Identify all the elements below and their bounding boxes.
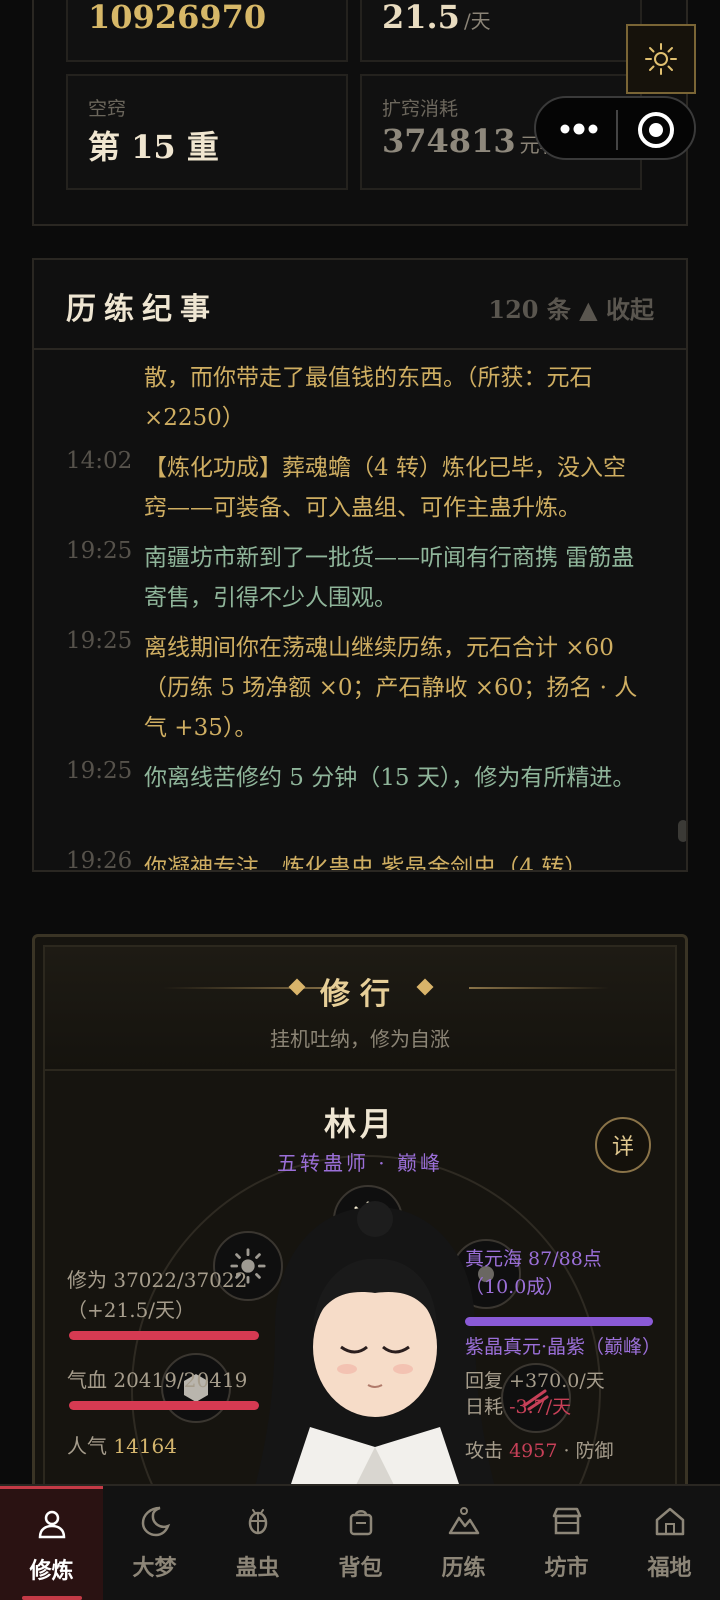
entry-text: 你凝神专注，炼化蛊虫 紫晶金剑虫（4 转）: [144, 855, 588, 872]
cultivation-subtitle: 挂机吐纳，修为自涨: [270, 1027, 450, 1051]
detail-button[interactable]: 详: [595, 1117, 651, 1173]
renqi-value: 14164: [113, 1434, 177, 1458]
sun-icon: [645, 43, 677, 75]
entry-time: 19:25: [66, 538, 133, 564]
zhenyuan-type: 紫晶真元·晶紫（巅峰）: [465, 1336, 662, 1358]
entry-text: 【炼化功成】葬魂蟾（4 转）炼化已毕，没入空窍——可装备、可入蛊组、可作主蛊升炼…: [144, 455, 626, 521]
stat-top-left-value: 10926970: [88, 0, 267, 36]
qixue-stat: 气血 20419/20419: [67, 1368, 248, 1392]
mountain-icon: [448, 1507, 479, 1535]
stat-box-kongqiao: 空窍 第 15 重: [66, 74, 348, 190]
entry-time: 19:26: [66, 848, 133, 872]
cultivation-card: 修行 挂机吐纳，修为自涨 林月 五转蛊师 · 巅峰 详 修为 37022/370…: [32, 934, 688, 1574]
nav-label: 坊市: [544, 1555, 589, 1581]
cultivation-inner-frame: 修行 挂机吐纳，修为自涨 林月 五转蛊师 · 巅峰 详 修为 37022/370…: [43, 945, 677, 1571]
nav-label: 历练: [441, 1555, 486, 1581]
close-target-icon[interactable]: [636, 110, 676, 150]
chronicle-title: 历练纪事: [66, 292, 218, 327]
entry-text: 南疆坊市新到了一批货——听闻有行商携 雷筋蛊 寄售，引得不少人围观。: [144, 545, 635, 611]
bag-icon: [349, 1510, 372, 1536]
gongji-value: 4957: [509, 1440, 558, 1462]
nav-label: 背包: [338, 1555, 383, 1581]
entry-text: 散，而你带走了最值钱的东西。（所获：元石 ×2250）: [144, 365, 593, 431]
stat-top-right-value: 21.5/天: [382, 0, 491, 36]
nav-label: 修炼: [29, 1558, 74, 1584]
more-dots-icon[interactable]: [558, 118, 600, 140]
combat-stat: 攻击 4957 · 防御: [465, 1437, 614, 1465]
nav-item-lilian[interactable]: 历练: [412, 1486, 515, 1600]
chronicle-header: 历练纪事 120 条 ▲ 收起: [34, 260, 686, 350]
kongqiao-label: 空窍: [88, 98, 127, 120]
kongqiao-value: 第 15 重: [88, 128, 219, 166]
renqi-stat: 人气 14164: [67, 1431, 177, 1461]
rate-unit: /天: [463, 9, 491, 33]
stat-box-top-right: 21.5/天: [360, 0, 642, 62]
capsule-divider: [616, 110, 618, 150]
entry-time: 19:25: [66, 628, 133, 654]
zhenyuan-stat: 真元海 87/88点 （10.0成）: [465, 1245, 602, 1301]
kuoqiao-label: 扩窍消耗: [382, 98, 459, 120]
entry-time: 14:02: [66, 448, 133, 474]
kuoqiao-value: 374813元石: [382, 122, 560, 160]
rate-value: 21.5: [382, 0, 460, 36]
nav-item-beibao[interactable]: 背包: [309, 1486, 412, 1600]
gongji-label: 攻击: [465, 1440, 504, 1462]
miniprogram-capsule: [534, 96, 696, 160]
chronicle-scrollbar[interactable]: [678, 820, 686, 842]
nav-item-fudi[interactable]: 福地: [618, 1486, 720, 1600]
kuoqiao-number: 374813: [382, 122, 516, 160]
xiuwei-label: 修为 37022/37022: [67, 1268, 248, 1292]
cultivation-title: 修行: [320, 977, 400, 1012]
rihao-label: 日耗: [465, 1396, 504, 1418]
cultivation-header: 修行 挂机吐纳，修为自涨: [45, 947, 675, 1071]
rihao-value: -3.7/天: [509, 1396, 572, 1418]
huifu-stat: 回复 +370.0/天: [465, 1370, 605, 1392]
decorative-line: [469, 987, 609, 989]
nav-item-xiulian[interactable]: 修炼: [0, 1486, 103, 1600]
nav-item-fangshi[interactable]: 坊市: [515, 1486, 618, 1600]
nav-active-indicator: [22, 1596, 82, 1600]
shop-icon: [552, 1507, 581, 1535]
zhenyuan-sub: （10.0成）: [465, 1276, 565, 1298]
character-avatar: [255, 1201, 495, 1487]
zhenyuan-label: 真元海 87/88点: [465, 1248, 602, 1270]
xiuwei-rate: （+21.5/天）: [67, 1298, 196, 1322]
zhenyuan-bar: [465, 1317, 653, 1326]
character-rank: 五转蛊师 · 巅峰: [276, 1151, 444, 1175]
bug-icon: [248, 1509, 267, 1535]
xiuwei-bar: [69, 1331, 259, 1340]
bottom-nav: 修炼 大梦 蛊虫 背包 历练 坊市 福地: [0, 1484, 720, 1600]
person-icon: [38, 1510, 65, 1539]
character-name: 林月: [323, 1105, 396, 1143]
chronicle-list[interactable]: 散，而你带走了最值钱的东西。（所获：元石 ×2250） 14:02 【炼化功成】…: [34, 352, 686, 872]
nav-label: 大梦: [132, 1555, 177, 1581]
nav-item-guchong[interactable]: 蛊虫: [206, 1486, 309, 1600]
renqi-label: 人气: [67, 1434, 107, 1458]
stat-box-top-left: 10926970: [66, 0, 348, 62]
nav-label: 蛊虫: [235, 1555, 280, 1581]
home-icon: [655, 1507, 684, 1536]
xiuwei-stat: 修为 37022/37022 （+21.5/天）: [67, 1265, 247, 1325]
rihao-stat: 日耗 -3.7/天: [465, 1393, 571, 1421]
qixue-bar: [69, 1401, 259, 1410]
nav-item-dameng[interactable]: 大梦: [103, 1486, 206, 1600]
settings-sun-button[interactable]: [626, 24, 696, 94]
chronicle-card: 历练纪事 120 条 ▲ 收起 散，而你带走了最值钱的东西。（所获：元石 ×22…: [32, 258, 688, 872]
chronicle-collapse-toggle[interactable]: 120 条 ▲ 收起: [488, 290, 654, 325]
fangyu-label: · 防御: [563, 1440, 614, 1462]
entry-time: 19:25: [66, 758, 133, 784]
entry-text: 离线期间你在荡魂山继续历练，元石合计 ×60（历练 5 场净额 ×0；产石静收 …: [144, 635, 638, 741]
moon-icon: [141, 1506, 170, 1537]
nav-label: 福地: [647, 1555, 692, 1581]
entry-text: 你离线苦修约 5 分钟（15 天），修为有所精进。: [144, 765, 636, 791]
